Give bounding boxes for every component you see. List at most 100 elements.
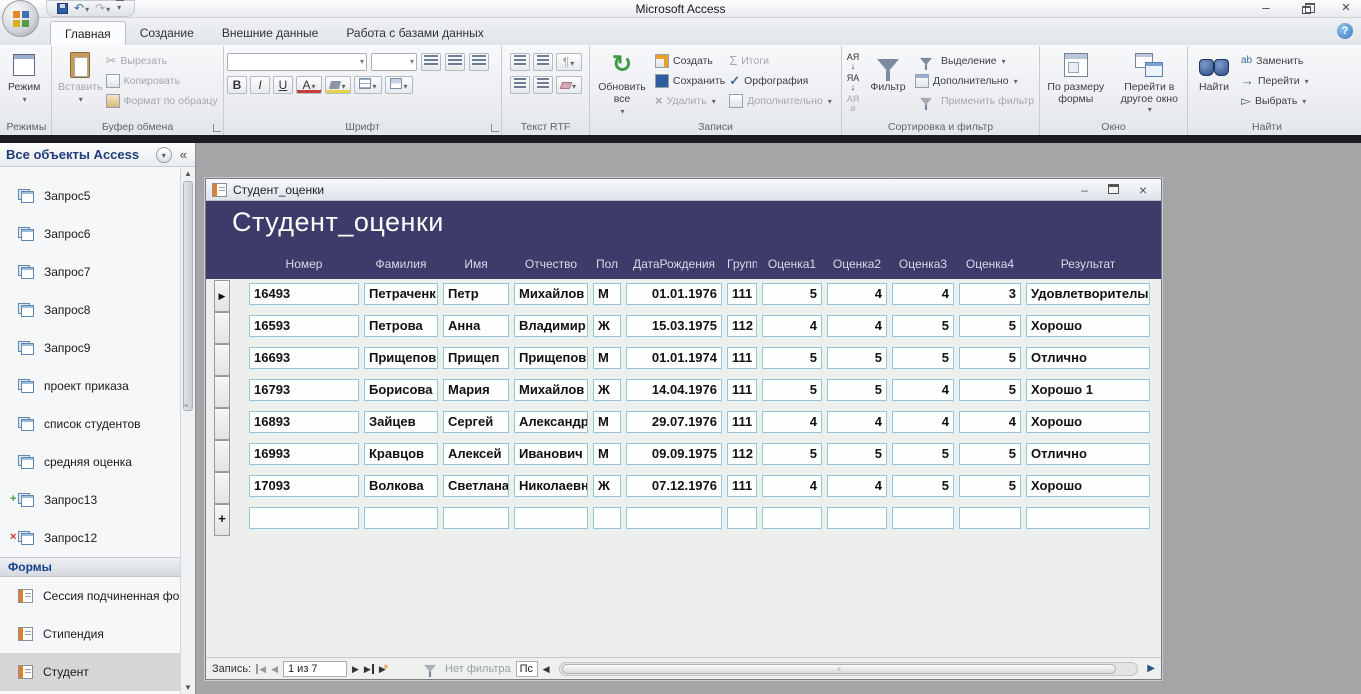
sidebar-item-стипендия[interactable]: Стипендия: [0, 615, 195, 653]
field-cell-r3-c4[interactable]: Прищепов: [514, 347, 588, 369]
record-selector-1[interactable]: ▶: [214, 280, 230, 312]
field-cell-r7-c4[interactable]: Николаевн: [514, 475, 588, 497]
field-cell-r2-c11[interactable]: 5: [959, 315, 1021, 337]
column-header-1[interactable]: Номер: [249, 257, 359, 275]
bold-button[interactable]: B: [227, 76, 247, 94]
format-painter-button[interactable]: Формат по образцу: [106, 93, 218, 109]
record-selector-6[interactable]: [214, 440, 230, 472]
record-selector-4[interactable]: [214, 376, 230, 408]
field-cell-r3-c8[interactable]: 5: [762, 347, 822, 369]
tab-3[interactable]: Внешние данные: [208, 21, 333, 45]
field-cell-r3-c5[interactable]: М: [593, 347, 621, 369]
field-cell-r4-c4[interactable]: Михайлов: [514, 379, 588, 401]
first-record-button[interactable]: ◀: [256, 664, 266, 674]
form-window-titlebar[interactable]: Студент_оценки – ×: [206, 179, 1161, 201]
field-cell-r3-c3[interactable]: Прищеп: [443, 347, 509, 369]
select-button[interactable]: ▻ Выбрать: [1241, 93, 1309, 109]
decrease-indent-button[interactable]: [510, 53, 530, 71]
field-cell-r6-c9[interactable]: 5: [827, 443, 887, 465]
column-header-3[interactable]: Имя: [443, 257, 509, 275]
navigation-pane-scrollbar[interactable]: ▲ ≡ ▼: [180, 167, 195, 694]
field-cell-r2-c3[interactable]: Анна: [443, 315, 509, 337]
field-cell-r7-c1[interactable]: 17093: [249, 475, 359, 497]
field-cell-r2-c1[interactable]: 16593: [249, 315, 359, 337]
view-mode-button[interactable]: Режим: [5, 49, 43, 119]
column-header-7[interactable]: Группа: [727, 257, 757, 275]
scroll-up-icon[interactable]: ▲: [181, 169, 195, 178]
column-header-6[interactable]: ДатаРождения: [626, 257, 722, 275]
field-cell-r3-c10[interactable]: 5: [892, 347, 954, 369]
new-record-cell-c12[interactable]: [1026, 507, 1150, 529]
gridlines-button[interactable]: [354, 76, 382, 94]
minimize-button[interactable]: –: [1257, 1, 1275, 15]
field-cell-r4-c1[interactable]: 16793: [249, 379, 359, 401]
field-cell-r2-c5[interactable]: Ж: [593, 315, 621, 337]
field-cell-r3-c9[interactable]: 5: [827, 347, 887, 369]
toggle-filter-button[interactable]: Применить фильтр: [915, 93, 1034, 109]
field-cell-r4-c11[interactable]: 5: [959, 379, 1021, 401]
field-cell-r5-c12[interactable]: Хорошо: [1026, 411, 1150, 433]
form-close-button[interactable]: ×: [1139, 184, 1147, 196]
field-cell-r5-c3[interactable]: Сергей: [443, 411, 509, 433]
horizontal-scrollbar[interactable]: ≡: [559, 662, 1139, 676]
forms-section-header[interactable]: Формы «: [0, 557, 195, 577]
new-record-cell-c2[interactable]: [364, 507, 438, 529]
increase-indent-button[interactable]: [533, 53, 553, 71]
field-cell-r7-c10[interactable]: 5: [892, 475, 954, 497]
field-cell-r4-c12[interactable]: Хорошо 1: [1026, 379, 1150, 401]
selection-filter-button[interactable]: Выделение: [915, 53, 1034, 69]
align-right-button[interactable]: [469, 53, 489, 71]
field-cell-r1-c8[interactable]: 5: [762, 283, 822, 305]
field-cell-r1-c6[interactable]: 01.01.1976: [626, 283, 722, 305]
sidebar-item-запрос8[interactable]: Запрос8: [0, 291, 195, 329]
field-cell-r3-c11[interactable]: 5: [959, 347, 1021, 369]
close-button[interactable]: ×: [1337, 1, 1355, 15]
new-record-selector[interactable]: +: [214, 504, 230, 536]
field-cell-r5-c7[interactable]: 111: [727, 411, 757, 433]
office-button[interactable]: [2, 0, 39, 37]
clear-sort-icon[interactable]: АЯ⌀: [845, 95, 861, 113]
field-cell-r1-c9[interactable]: 4: [827, 283, 887, 305]
field-cell-r7-c6[interactable]: 07.12.1976: [626, 475, 722, 497]
field-cell-r5-c5[interactable]: М: [593, 411, 621, 433]
filter-button[interactable]: Фильтр: [865, 49, 911, 119]
column-header-12[interactable]: Результат: [1026, 257, 1150, 275]
sidebar-item-студент[interactable]: Студент: [0, 653, 195, 691]
bullet-list-button[interactable]: [533, 76, 553, 94]
new-record-cell-c3[interactable]: [443, 507, 509, 529]
column-header-8[interactable]: Оценка1: [762, 257, 822, 275]
field-cell-r4-c2[interactable]: Борисова: [364, 379, 438, 401]
field-cell-r1-c12[interactable]: Удовлетворителы: [1026, 283, 1150, 305]
column-header-4[interactable]: Отчество: [514, 257, 588, 275]
font-dialog-launcher-icon[interactable]: [491, 124, 499, 132]
field-cell-r1-c3[interactable]: Петр: [443, 283, 509, 305]
field-cell-r6-c10[interactable]: 5: [892, 443, 954, 465]
numbered-list-button[interactable]: [510, 76, 530, 94]
sidebar-item-запрос7[interactable]: Запрос7: [0, 253, 195, 291]
switch-windows-button[interactable]: Перейти в другое окно: [1115, 49, 1184, 119]
sidebar-item-список-студентов[interactable]: список студентов: [0, 405, 195, 443]
field-cell-r6-c12[interactable]: Отлично: [1026, 443, 1150, 465]
new-record-button[interactable]: ▶*: [379, 664, 388, 674]
form-minimize-button[interactable]: –: [1081, 184, 1088, 196]
more-records-button[interactable]: Дополнительно: [729, 93, 832, 109]
horizontal-scrollbar-thumb[interactable]: ≡: [562, 664, 1117, 674]
sidebar-item-запрос13[interactable]: +Запрос13: [0, 481, 195, 519]
advanced-filter-button[interactable]: Дополнительно: [915, 73, 1034, 89]
create-record-button[interactable]: Создать: [655, 53, 725, 69]
column-header-11[interactable]: Оценка4: [959, 257, 1021, 275]
help-icon[interactable]: ?: [1337, 23, 1353, 39]
field-cell-r6-c2[interactable]: Кравцов: [364, 443, 438, 465]
paste-button[interactable]: Вставить: [55, 49, 106, 119]
font-color-button[interactable]: A: [296, 76, 322, 94]
field-cell-r7-c11[interactable]: 5: [959, 475, 1021, 497]
record-selector-5[interactable]: [214, 408, 230, 440]
delete-record-button[interactable]: × Удалить: [655, 93, 725, 109]
field-cell-r7-c3[interactable]: Светлана: [443, 475, 509, 497]
field-cell-r2-c4[interactable]: Владимир: [514, 315, 588, 337]
field-cell-r6-c7[interactable]: 112: [727, 443, 757, 465]
previous-record-button[interactable]: ◀: [271, 664, 278, 674]
replace-button[interactable]: ab Заменить: [1241, 53, 1309, 69]
field-cell-r2-c9[interactable]: 4: [827, 315, 887, 337]
field-cell-r1-c7[interactable]: 111: [727, 283, 757, 305]
